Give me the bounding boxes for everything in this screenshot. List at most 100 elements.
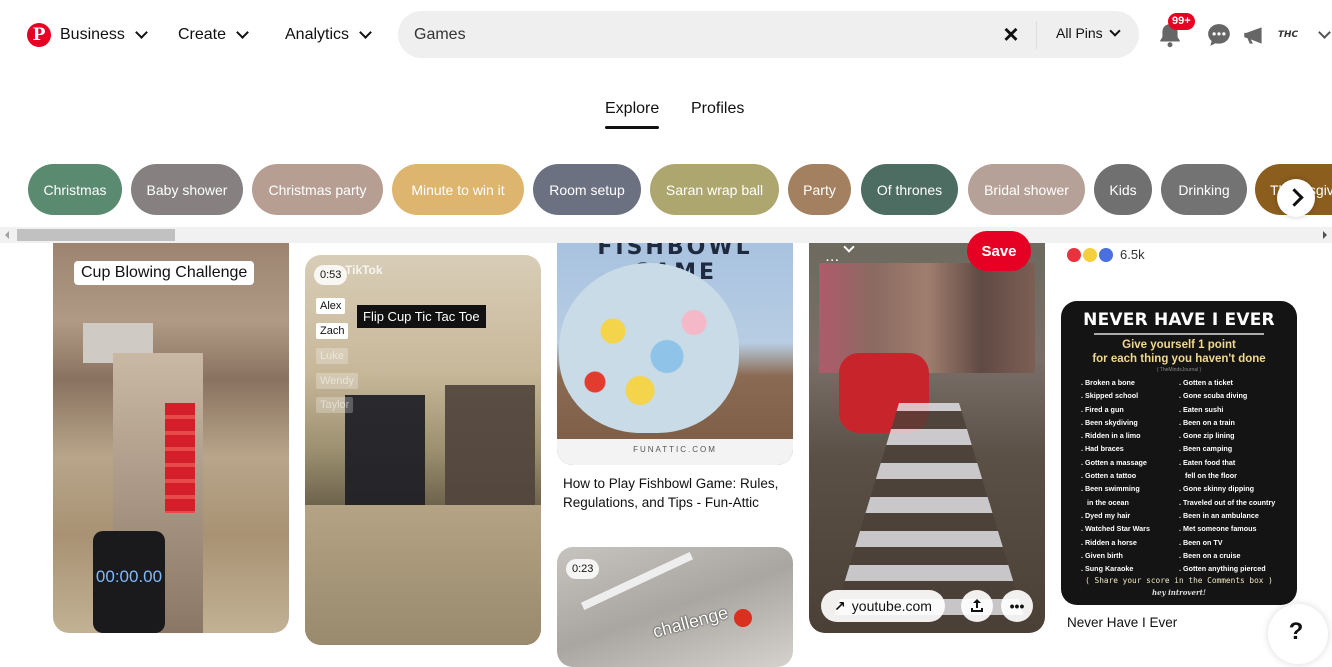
list-item: . Gone scuba diving — [1179, 391, 1248, 401]
pin-flip-cup-tic-tac-toe[interactable]: 0:53 TikTok Alex Zach Luke Wendy Taylor … — [305, 255, 541, 645]
counter-shape — [305, 505, 541, 645]
search-divider — [1036, 21, 1037, 49]
list-item: . Ridden in a limo — [1081, 431, 1141, 441]
name-tag: Taylor — [316, 397, 354, 413]
video-duration: 0:23 — [566, 559, 600, 579]
nav-analytics[interactable]: Analytics — [285, 22, 372, 48]
reactions-count: 6.5k — [1120, 247, 1145, 262]
chip-christmas[interactable]: Christmas — [28, 164, 122, 215]
clear-search-icon[interactable]: × — [999, 21, 1023, 47]
chip-kids[interactable]: Kids — [1094, 164, 1152, 215]
chip-party[interactable]: Party — [788, 164, 851, 215]
list-item: . Sung Karaoke — [1081, 564, 1134, 574]
name-tag: Zach — [316, 323, 349, 339]
pin-challenge-video[interactable]: 0:23 challenge — [557, 547, 793, 667]
chip-label: Party — [803, 181, 836, 198]
pin-title[interactable]: How to Play Fishbowl Game: Rules, Regula… — [563, 474, 793, 512]
pin-title[interactable]: Never Have I Ever — [1067, 613, 1177, 632]
pin-filter-dropdown[interactable]: All Pins — [1056, 25, 1121, 41]
list-item: . Gotten a massage — [1081, 457, 1147, 467]
subheading-line-1: Give yourself 1 point — [1122, 339, 1236, 351]
list-item: . Gotten anything pierced — [1179, 564, 1266, 574]
list-item: . Ridden a horse — [1081, 537, 1137, 547]
source-link-button[interactable]: ↗ youtube.com — [821, 590, 945, 622]
pin-fishbowl-game[interactable]: FISHBOWL GAME FUNATTIC.COM — [557, 243, 793, 465]
list-item: . Broken a bone — [1081, 378, 1135, 387]
chevron-down-icon — [236, 26, 249, 39]
list-item: . Fired a gun — [1081, 404, 1124, 414]
list-item: . Gotten a tattoo — [1081, 471, 1137, 481]
more-options-button[interactable]: ••• — [1001, 590, 1033, 622]
chip-baby-shower[interactable]: Baby shower — [131, 164, 243, 215]
subheading-line-2: for each thing you haven't done — [1092, 353, 1266, 365]
list-item: . Skipped school — [1081, 391, 1139, 401]
notifications-badge: 99+ — [1168, 13, 1195, 30]
pin-overlay-title: Cup Blowing Challenge — [74, 261, 255, 285]
nav-create-label: Create — [178, 26, 227, 43]
tab-profiles[interactable]: Profiles — [691, 100, 744, 118]
list-item: . Gone zip lining — [1179, 431, 1235, 441]
search-bar: × All Pins — [398, 11, 1139, 58]
list-item: . Been in an ambulance — [1179, 510, 1259, 520]
idea-reaction-icon — [1099, 247, 1113, 262]
search-input[interactable] — [414, 23, 974, 47]
chevron-down-icon[interactable] — [843, 243, 855, 253]
chip-minute-to-win-it[interactable]: Minute to win it — [392, 164, 524, 215]
suggestion-chips: Christmas Baby shower Christmas party Mi… — [0, 164, 1332, 216]
pin-cup-blowing-challenge[interactable]: 00:00.00 Cup Blowing Challenge — [53, 243, 289, 633]
chevron-down-icon — [359, 26, 372, 39]
account-avatar[interactable]: THC — [1277, 24, 1299, 46]
chip-label: Baby shower — [146, 181, 228, 198]
chip-room-setup[interactable]: Room setup — [533, 164, 641, 215]
nav-business-label: Business — [60, 26, 125, 43]
name-tag: Alex — [316, 298, 346, 314]
phone-stopwatch: 00:00.00 — [93, 531, 165, 633]
share-button[interactable] — [961, 590, 993, 622]
list-item: . Gotten a ticket — [1179, 378, 1233, 387]
chip-christmas-party[interactable]: Christmas party — [252, 164, 383, 215]
list-item: . Been on TV — [1179, 537, 1223, 547]
scrollbar-thumb[interactable] — [17, 229, 175, 241]
chip-saran-wrap-ball[interactable]: Saran wrap ball — [650, 164, 779, 215]
pin-hand-foot-game[interactable]: ··· — [809, 243, 1045, 633]
scroll-right-arrow-icon[interactable] — [1323, 231, 1327, 239]
chip-label: Saran wrap ball — [665, 181, 764, 198]
pin-never-have-i-ever[interactable]: NEVER HAVE I EVER Give yourself 1 point … — [1061, 301, 1297, 605]
chip-of-thrones[interactable]: Of thrones — [861, 164, 958, 215]
nav-business[interactable]: Business — [60, 22, 148, 48]
chip-label: Christmas — [43, 181, 107, 198]
arrow-up-right-icon: ↗ — [834, 597, 846, 614]
chip-bridal-shower[interactable]: Bridal shower — [968, 164, 1085, 215]
pinterest-logo-icon[interactable]: P — [27, 23, 51, 47]
messages-icon[interactable] — [1206, 22, 1232, 48]
tab-explore[interactable]: Explore — [605, 100, 660, 129]
nav-create[interactable]: Create — [178, 22, 249, 48]
megaphone-icon[interactable] — [1241, 22, 1267, 48]
list-item: . Been on a cruise — [1179, 550, 1241, 560]
more-dots-icon[interactable]: ··· — [826, 255, 840, 267]
heart-reaction-icon — [1067, 247, 1081, 262]
wow-reaction-icon — [1083, 247, 1097, 262]
image-heading: NEVER HAVE I EVER — [1083, 310, 1275, 330]
list-item: . Gone skinny dipping — [1179, 484, 1255, 494]
chips-next-button[interactable] — [1277, 179, 1315, 217]
chevron-down-icon — [135, 26, 148, 39]
list-item: . Watched Star Wars — [1081, 524, 1150, 534]
list-item: . Dyed my hair — [1081, 510, 1131, 520]
name-tag: Wendy — [316, 373, 359, 389]
horizontal-scrollbar[interactable] — [0, 227, 1332, 243]
heading-divider — [1094, 333, 1264, 335]
chip-label: Minute to win it — [411, 181, 505, 198]
chip-drinking[interactable]: Drinking — [1161, 164, 1247, 215]
help-button[interactable]: ? — [1268, 604, 1328, 664]
scroll-left-arrow-icon[interactable] — [5, 231, 9, 239]
accounts-chevron-icon[interactable] — [1318, 26, 1331, 39]
list-item: . Been skydiving — [1081, 417, 1138, 427]
save-button[interactable]: Save — [967, 231, 1031, 271]
source-link-label: youtube.com — [851, 598, 932, 614]
video-duration: 0:53 — [314, 265, 348, 285]
image-credit: ( TheMindsJournal ) — [1156, 367, 1202, 373]
nav-analytics-label: Analytics — [285, 26, 350, 43]
red-cups-shape — [165, 403, 195, 513]
reactions-row[interactable]: 6.5k — [1067, 247, 1145, 262]
